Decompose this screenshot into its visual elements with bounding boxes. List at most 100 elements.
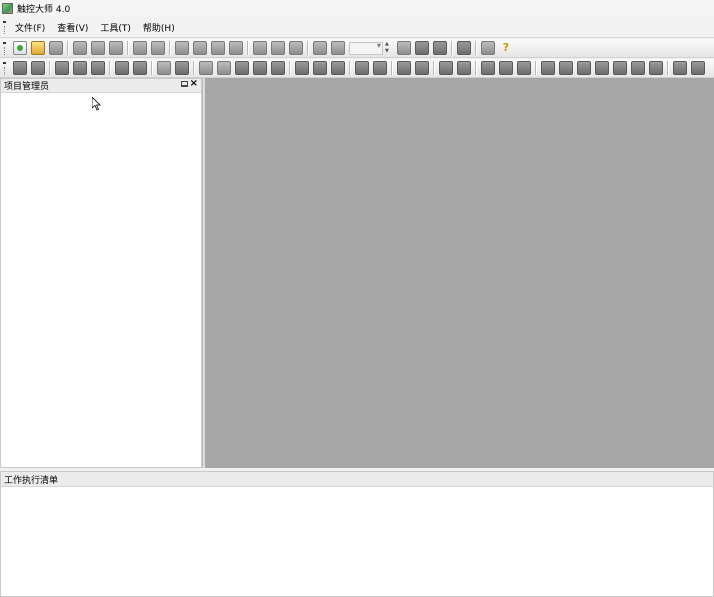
project-manager-panel: 项目管理员 ×	[0, 78, 202, 468]
layer-icon[interactable]	[415, 41, 429, 55]
object-alarm-icon[interactable]	[577, 61, 591, 75]
object-meter-icon[interactable]	[175, 61, 189, 75]
toolbar-separator	[193, 61, 195, 75]
window-title: 触控大师 4.0	[17, 5, 71, 15]
task-list-content[interactable]	[1, 487, 713, 597]
object-message-icon[interactable]	[439, 61, 453, 75]
align-icon[interactable]	[229, 41, 243, 55]
toolbar-separator	[109, 61, 111, 75]
object-arrow-icon[interactable]	[331, 61, 345, 75]
toolbar-separator	[49, 61, 51, 75]
align-icon[interactable]	[193, 41, 207, 55]
app-icon	[2, 3, 13, 14]
menu-grip-icon[interactable]	[2, 19, 8, 35]
object-circle-icon[interactable]	[235, 61, 249, 75]
project-manager-title: 项目管理员	[4, 82, 50, 92]
object-bar-icon[interactable]	[415, 61, 429, 75]
object-rect-icon[interactable]	[295, 61, 309, 75]
toolbar-separator	[349, 61, 351, 75]
paste-icon[interactable]	[109, 41, 123, 55]
redo-icon[interactable]	[151, 41, 165, 55]
object-user-icon[interactable]	[373, 61, 387, 75]
toolbar-separator	[433, 61, 435, 75]
menu-file[interactable]: 文件(F)	[11, 21, 49, 34]
toolbar-separator	[307, 41, 309, 55]
standard-toolbar: ▲▼ ?	[0, 39, 714, 58]
object-printer-icon[interactable]	[559, 61, 573, 75]
object-ellipse-icon[interactable]	[457, 61, 471, 75]
toolbar-separator	[451, 41, 453, 55]
layer-icon[interactable]	[433, 41, 447, 55]
menu-tools[interactable]: 工具(T)	[96, 21, 135, 34]
toolbar-separator	[535, 61, 537, 75]
close-icon[interactable]: ×	[190, 78, 198, 89]
zoom-select[interactable]	[349, 41, 383, 55]
object-switch-icon[interactable]	[55, 61, 69, 75]
align-icon[interactable]	[175, 41, 189, 55]
cut-icon[interactable]	[73, 41, 87, 55]
object-alarm-icon[interactable]	[595, 61, 609, 75]
object-table-icon[interactable]	[133, 61, 147, 75]
menu-view[interactable]: 查看(V)	[53, 21, 92, 34]
object-date-icon[interactable]	[217, 61, 231, 75]
object-history-icon[interactable]	[613, 61, 627, 75]
object-recipe-icon[interactable]	[541, 61, 555, 75]
title-bar: 触控大师 4.0	[0, 0, 714, 17]
object-clock-icon[interactable]	[199, 61, 213, 75]
object-text-icon[interactable]	[157, 61, 171, 75]
object-numeric-icon[interactable]	[115, 61, 129, 75]
snap-icon[interactable]	[331, 41, 345, 55]
grid-icon[interactable]	[313, 41, 327, 55]
object-rect-icon[interactable]	[313, 61, 327, 75]
zoom-fit-icon[interactable]	[289, 41, 303, 55]
object-line-icon[interactable]	[271, 61, 285, 75]
toolbar-grip-icon[interactable]	[2, 40, 8, 56]
help-icon[interactable]: ?	[499, 41, 513, 55]
project-manager-header: 项目管理员 ×	[1, 78, 201, 93]
compile-icon[interactable]	[457, 41, 471, 55]
copy-icon[interactable]	[91, 41, 105, 55]
menu-bar: 文件(F) 查看(V) 工具(T) 帮助(H)	[0, 17, 714, 38]
object-bar-icon[interactable]	[397, 61, 411, 75]
zoom-in-icon[interactable]	[253, 41, 267, 55]
toolbar-separator	[289, 61, 291, 75]
zoom-spinner-icon[interactable]: ▲ ▼	[385, 41, 391, 55]
object-lamp-icon[interactable]	[91, 61, 105, 75]
toolbar-separator	[67, 41, 69, 55]
object-shape-icon[interactable]	[499, 61, 513, 75]
align-icon[interactable]	[211, 41, 225, 55]
object-history-icon[interactable]	[631, 61, 645, 75]
object-toolbar	[0, 59, 714, 78]
object-misc-icon[interactable]	[673, 61, 687, 75]
object-shape-icon[interactable]	[481, 61, 495, 75]
project-tree[interactable]	[1, 93, 201, 467]
workspace-area[interactable]	[205, 78, 714, 468]
object-misc-icon[interactable]	[691, 61, 705, 75]
toolbar-grip-icon[interactable]	[2, 60, 8, 76]
undo-icon[interactable]	[133, 41, 147, 55]
download-icon[interactable]	[481, 41, 495, 55]
new-file-icon[interactable]	[13, 41, 27, 55]
task-list-header: 工作执行清单	[1, 472, 713, 487]
toolbar-separator	[247, 41, 249, 55]
object-script-icon[interactable]	[649, 61, 663, 75]
save-icon[interactable]	[49, 41, 63, 55]
task-list-panel: 工作执行清单	[0, 471, 714, 597]
object-shape-icon[interactable]	[517, 61, 531, 75]
open-folder-icon[interactable]	[31, 41, 45, 55]
object-button-icon[interactable]	[13, 61, 27, 75]
toolbar-separator	[667, 61, 669, 75]
task-list-title: 工作执行清单	[4, 475, 59, 486]
toolbar-separator	[391, 61, 393, 75]
object-trend-icon[interactable]	[253, 61, 267, 75]
object-button-icon[interactable]	[31, 61, 45, 75]
pin-icon[interactable]	[181, 81, 188, 87]
layer-icon[interactable]	[397, 41, 411, 55]
toolbar-separator	[151, 61, 153, 75]
toolbar-separator	[169, 41, 171, 55]
toolbar-separator	[475, 61, 477, 75]
menu-help[interactable]: 帮助(H)	[139, 21, 179, 34]
zoom-out-icon[interactable]	[271, 41, 285, 55]
object-switch-icon[interactable]	[73, 61, 87, 75]
object-pin-icon[interactable]	[355, 61, 369, 75]
